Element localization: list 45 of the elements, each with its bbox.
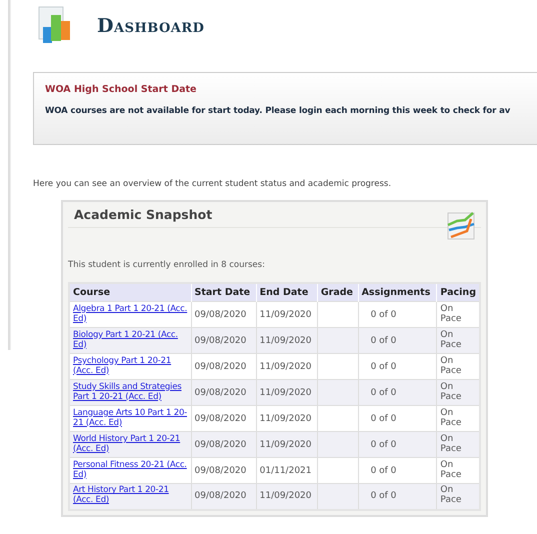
pacing-cell: On Pace	[436, 302, 480, 328]
pacing-cell: On Pace	[436, 328, 480, 354]
column-header: Grade	[317, 283, 358, 302]
assignments-cell: 0 of 0	[358, 458, 437, 484]
end-date-cell: 01/11/2021	[256, 458, 318, 484]
end-date-cell: 11/09/2020	[256, 328, 318, 354]
pacing-cell: On Pace	[436, 406, 480, 432]
column-header: Start Date	[191, 283, 256, 302]
column-header: Pacing	[436, 283, 480, 302]
column-header: End Date	[256, 283, 318, 302]
start-date-cell: 09/08/2020	[191, 354, 256, 380]
column-header: Assignments	[358, 283, 437, 302]
pacing-cell: On Pace	[436, 458, 480, 484]
start-date-cell: 09/08/2020	[191, 380, 256, 406]
pacing-cell: On Pace	[436, 484, 480, 510]
line-chart-icon	[445, 211, 477, 241]
notice-title: WOA High School Start Date	[45, 84, 198, 95]
pacing-cell: On Pace	[436, 354, 480, 380]
pacing-cell: On Pace	[436, 380, 480, 406]
start-date-cell: 09/08/2020	[191, 328, 256, 354]
start-date-cell: 09/08/2020	[191, 302, 256, 328]
start-date-cell: 09/08/2020	[191, 432, 256, 458]
end-date-cell: 11/09/2020	[256, 406, 318, 432]
assignments-cell: 0 of 0	[358, 484, 437, 510]
assignments-cell: 0 of 0	[358, 380, 437, 406]
assignments-cell: 0 of 0	[358, 432, 437, 458]
assignments-cell: 0 of 0	[358, 328, 437, 354]
pacing-cell: On Pace	[436, 432, 480, 458]
end-date-cell: 11/09/2020	[256, 432, 318, 458]
card-title: Academic Snapshot	[73, 206, 214, 224]
assignments-cell: 0 of 0	[358, 302, 437, 328]
assignments-cell: 0 of 0	[358, 406, 437, 432]
end-date-cell: 11/09/2020	[256, 484, 318, 510]
start-date-cell: 09/08/2020	[191, 458, 256, 484]
column-header: Course	[69, 283, 191, 302]
start-date-cell: 09/08/2020	[191, 484, 256, 510]
enrollment-summary: This student is currently enrolled in 8 courses:	[68, 260, 266, 270]
start-date-cell: 09/08/2020	[191, 406, 256, 432]
end-date-cell: 11/09/2020	[256, 302, 318, 328]
assignments-cell: 0 of 0	[358, 354, 437, 380]
notice-message: WOA courses are not available for start today. Please login each morning this week to check for av	[45, 106, 512, 116]
end-date-cell: 11/09/2020	[256, 380, 318, 406]
page-title: Dashboard	[97, 15, 204, 37]
end-date-cell: 11/09/2020	[256, 354, 318, 380]
intro-text: Here you can see an overview of the current student status and academic progress.	[33, 179, 392, 189]
